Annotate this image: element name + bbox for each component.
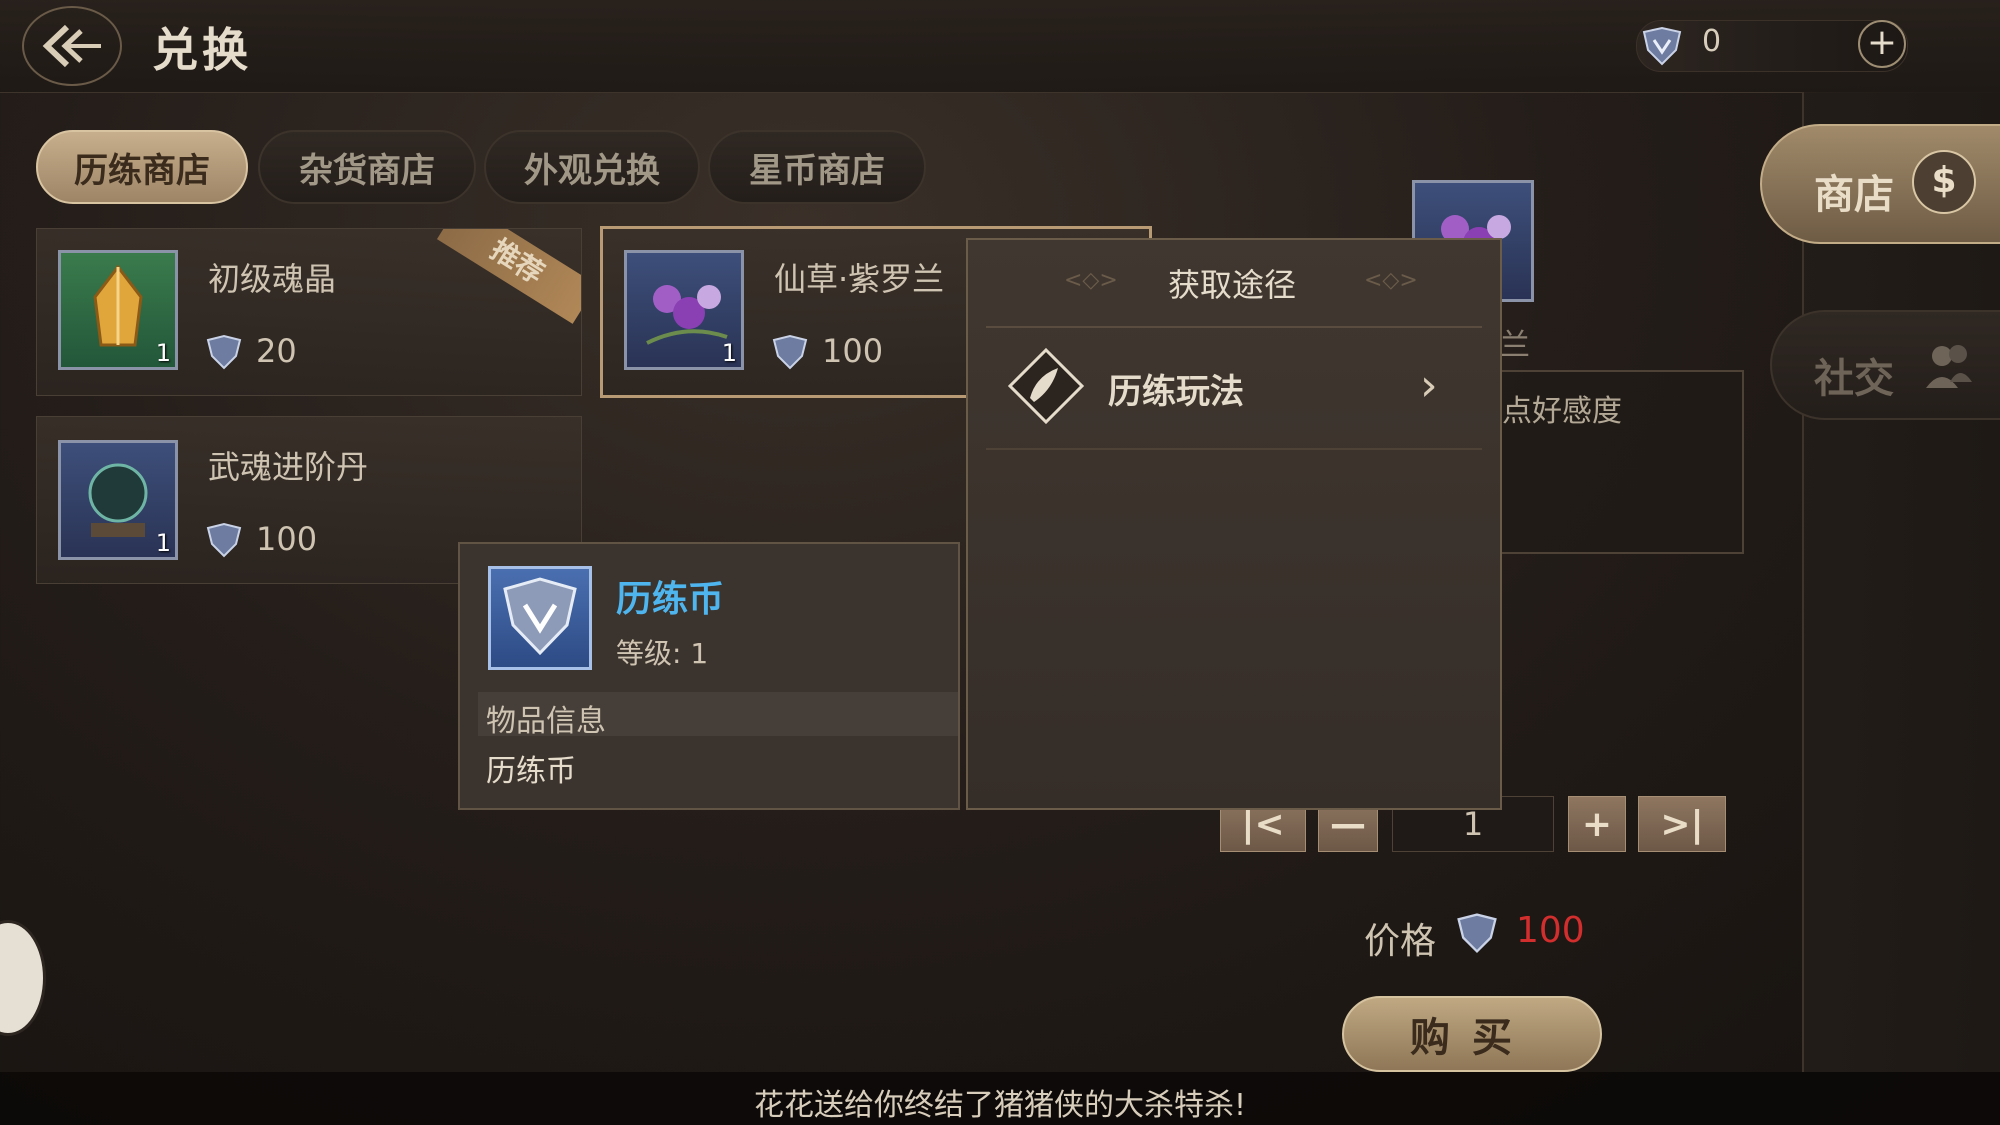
training-coin-icon — [1457, 913, 1497, 954]
plus-icon: + — [1866, 22, 1898, 63]
amber-crystal-icon: 1 — [58, 250, 178, 370]
item-name: 武魂进阶丹 — [208, 448, 369, 486]
tab-star-coin-shop[interactable]: 星币商店 — [708, 130, 926, 204]
training-coin-icon — [488, 566, 592, 670]
divider — [986, 448, 1482, 450]
divider — [986, 326, 1482, 328]
sidebar-shop-label: 商店 — [1814, 171, 1894, 218]
add-currency-button[interactable]: + — [1858, 20, 1906, 68]
max-quantity-button[interactable]: >| — [1638, 796, 1726, 852]
broadcast-message: 花花送给你终结了猪猪侠的大杀特杀! — [753, 1088, 1247, 1123]
friends-icon — [1926, 345, 1972, 388]
training-coin-icon — [772, 334, 808, 370]
tab-grocery-shop[interactable]: 杂货商店 — [258, 130, 476, 204]
price-value: 100 — [1516, 910, 1585, 951]
quill-scroll-icon — [1007, 347, 1085, 425]
item-description: 点好感度 — [1502, 394, 1622, 429]
currency-value: 0 — [1702, 24, 1722, 59]
tooltip-section-label: 物品信息 — [486, 704, 606, 739]
item-qty: 1 — [155, 339, 171, 367]
item-price: 100 — [256, 520, 318, 558]
ornament-left-icon: <◇> — [1064, 268, 1118, 293]
acquisition-panel — [966, 238, 1502, 810]
item-qty: 1 — [155, 529, 171, 557]
tab-appearance-exchange[interactable]: 外观兑换 — [484, 130, 700, 204]
tooltip-item-name: 历练币 — [616, 578, 725, 620]
back-button[interactable] — [22, 6, 122, 86]
back-arrow-icon — [42, 24, 101, 68]
tooltip-description: 历练币 — [486, 754, 576, 789]
skip-end-icon: >| — [1660, 803, 1704, 845]
item-price: 100 — [822, 332, 884, 370]
increase-quantity-button[interactable]: + — [1568, 796, 1626, 852]
item-qty: 1 — [721, 339, 737, 367]
item-name: 初级魂晶 — [208, 260, 337, 298]
buy-button[interactable]: 购买 — [1342, 996, 1602, 1072]
money-bag-icon: $ — [1912, 150, 1976, 214]
page-title: 兑换 — [152, 23, 252, 77]
training-coin-icon — [206, 522, 242, 558]
sidebar-social-label: 社交 — [1814, 355, 1894, 402]
recommend-ribbon: 推荐 — [436, 229, 581, 324]
tooltip-item-level: 等级: 1 — [616, 637, 709, 670]
plus-icon: + — [1581, 803, 1613, 845]
dark-orb-pill-icon: 1 — [58, 440, 178, 560]
assistant-float-button[interactable] — [0, 920, 46, 1036]
training-coin-icon — [206, 334, 242, 370]
acquisition-entry-label: 历练玩法 — [1108, 372, 1244, 412]
item-name: 仙草·紫罗兰 — [774, 260, 945, 298]
chevron-right-icon: › — [1420, 360, 1438, 411]
price-label: 价格 — [1364, 921, 1437, 962]
item-price: 20 — [256, 332, 297, 370]
ornament-right-icon: <◇> — [1364, 268, 1418, 293]
tab-training-shop[interactable]: 历练商店 — [36, 130, 248, 204]
violet-herb-icon: 1 — [624, 250, 744, 370]
training-coin-icon — [1642, 26, 1682, 66]
acquisition-title: 获取途径 — [1168, 266, 1297, 304]
